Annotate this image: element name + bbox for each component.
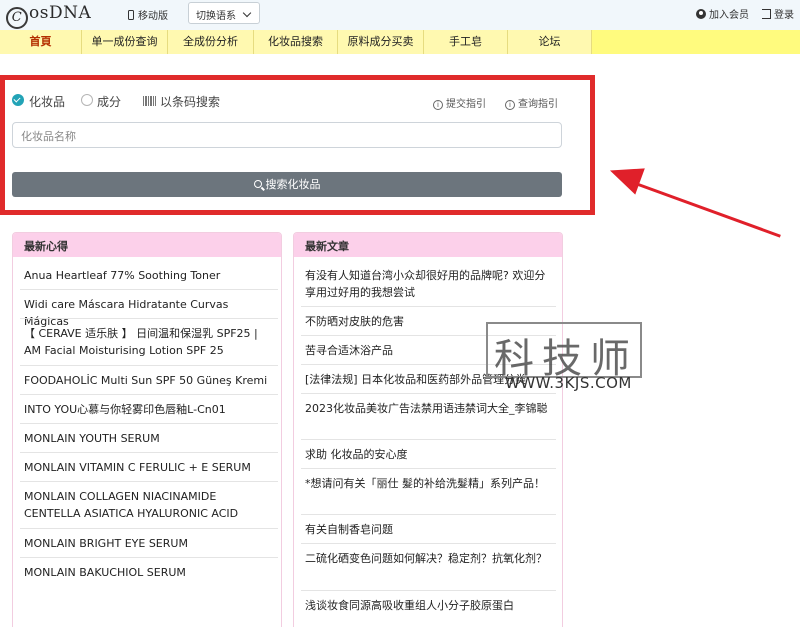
mobile-label: 移动版 [138, 11, 168, 22]
list-divider [20, 452, 278, 453]
barcode-icon[interactable] [143, 96, 156, 106]
nav-item-full-analysis[interactable]: 全成份分析 [168, 30, 254, 54]
arrow-head-icon [605, 157, 645, 195]
language-label: 切换语系 [196, 11, 236, 22]
phone-icon [128, 10, 134, 20]
logo-text: osDNA [29, 3, 92, 23]
radio-ingredient[interactable] [81, 94, 93, 106]
nav-item-home[interactable]: 首頁 [0, 30, 82, 54]
list-item[interactable]: 【 CERAVE 适乐肤 】 日间温和保湿乳 SPF25 | AM Facial… [24, 325, 272, 359]
list-item[interactable]: FOODAHOLİC Multi Sun SPF 50 Güneş Kremi [24, 372, 272, 389]
nav-item-handmade-soap[interactable]: 手工皂 [424, 30, 508, 54]
nav-filler [592, 30, 800, 54]
list-item[interactable]: 求助 化妆品的安心度 [305, 446, 550, 463]
cosmetic-name-input[interactable]: 化妆品名称 [12, 122, 562, 148]
list-divider [20, 394, 278, 395]
nav-item-forum[interactable]: 论坛 [508, 30, 592, 54]
submit-guide-link[interactable]: i 提交指引 [433, 95, 486, 110]
list-item[interactable]: 有没有人知道台湾小众却很好用的品牌呢? 欢迎分享用过好用的我想尝试 [305, 267, 550, 301]
list-item[interactable]: MONLAIN BRIGHT EYE SERUM [24, 535, 272, 552]
language-select[interactable]: 切换语系 [188, 2, 260, 24]
chevron-down-icon [242, 8, 252, 18]
list-item[interactable]: MONLAIN BAKUCHIOL SERUM [24, 564, 272, 581]
nav-item-single-ingredient[interactable]: 单一成份查询 [82, 30, 168, 54]
list-divider [20, 423, 278, 424]
list-item[interactable]: MONLAIN COLLAGEN NIACINAMIDE CENTELLA AS… [24, 488, 272, 522]
login-label: 登录 [774, 10, 794, 21]
join-label: 加入会员 [709, 10, 749, 21]
list-divider [301, 514, 556, 515]
top-bar [0, 0, 800, 30]
latest-articles-title: 最新文章 [294, 233, 562, 257]
list-divider [301, 590, 556, 591]
list-divider [20, 289, 278, 290]
arrow-line [629, 180, 781, 238]
list-item[interactable]: INTO YOU心慕与你轻雾印色唇釉L-Cn01 [24, 401, 272, 418]
mobile-version-link[interactable]: 移动版 [128, 7, 168, 22]
nav-item-cosmetic-search[interactable]: 化妆品搜索 [254, 30, 338, 54]
search-cosmetic-button[interactable]: 搜索化妆品 [12, 172, 562, 197]
login-link[interactable]: 登录 [762, 6, 794, 21]
list-divider [20, 365, 278, 366]
list-item[interactable]: 2023化妆品美妆广告法禁用语违禁词大全_李锦聪 [305, 400, 550, 417]
list-divider [20, 318, 278, 319]
list-item[interactable]: 二硫化硒变色问题如何解决？稳定剂？抗氧化剂？ [305, 550, 550, 567]
search-button-label: 搜索化妆品 [265, 178, 321, 191]
list-item[interactable]: MONLAIN YOUTH SERUM [24, 430, 272, 447]
user-icon [696, 9, 706, 19]
submit-guide-label: 提交指引 [446, 99, 486, 110]
list-divider [301, 543, 556, 544]
query-guide-link[interactable]: i 查询指引 [505, 95, 558, 110]
info-icon: i [505, 100, 515, 110]
list-item[interactable]: *想请问有关「丽仕 髮的补给洗髮精」系列产品！ [305, 475, 550, 492]
list-divider [301, 306, 556, 307]
nav-item-material-trade[interactable]: 原料成分买卖 [338, 30, 424, 54]
watermark-url: WWW.3KJS.COM [505, 374, 632, 392]
list-divider [301, 468, 556, 469]
list-item[interactable]: MONLAIN VITAMIN C FERULIC + E SERUM [24, 459, 272, 476]
list-divider [20, 557, 278, 558]
latest-reviews-title: 最新心得 [13, 233, 281, 257]
logo-letter: C [6, 7, 28, 29]
watermark-logo: 科技师 [486, 322, 642, 382]
join-member-link[interactable]: 加入会员 [696, 6, 749, 21]
search-icon [253, 180, 262, 188]
list-divider [301, 439, 556, 440]
radio-cosmetic-label[interactable]: 化妆品 [29, 93, 65, 110]
list-item[interactable]: Anua Heartleaf 77% Soothing Toner [24, 267, 272, 284]
radio-ingredient-label[interactable]: 成分 [97, 93, 121, 110]
query-guide-label: 查询指引 [518, 99, 558, 110]
radio-cosmetic[interactable] [12, 94, 24, 106]
cosdna-logo[interactable]: CosDNA [6, 3, 91, 29]
list-divider [20, 481, 278, 482]
list-divider [20, 528, 278, 529]
list-divider [301, 393, 556, 394]
list-item[interactable]: 浅谈妆食同源高吸收重组人小分子胶原蛋白 [305, 597, 550, 614]
list-item[interactable]: 有关自制香皂问题 [305, 521, 550, 538]
login-icon [762, 9, 771, 19]
barcode-search-link[interactable]: 以条码搜索 [160, 93, 220, 110]
info-icon: i [433, 100, 443, 110]
